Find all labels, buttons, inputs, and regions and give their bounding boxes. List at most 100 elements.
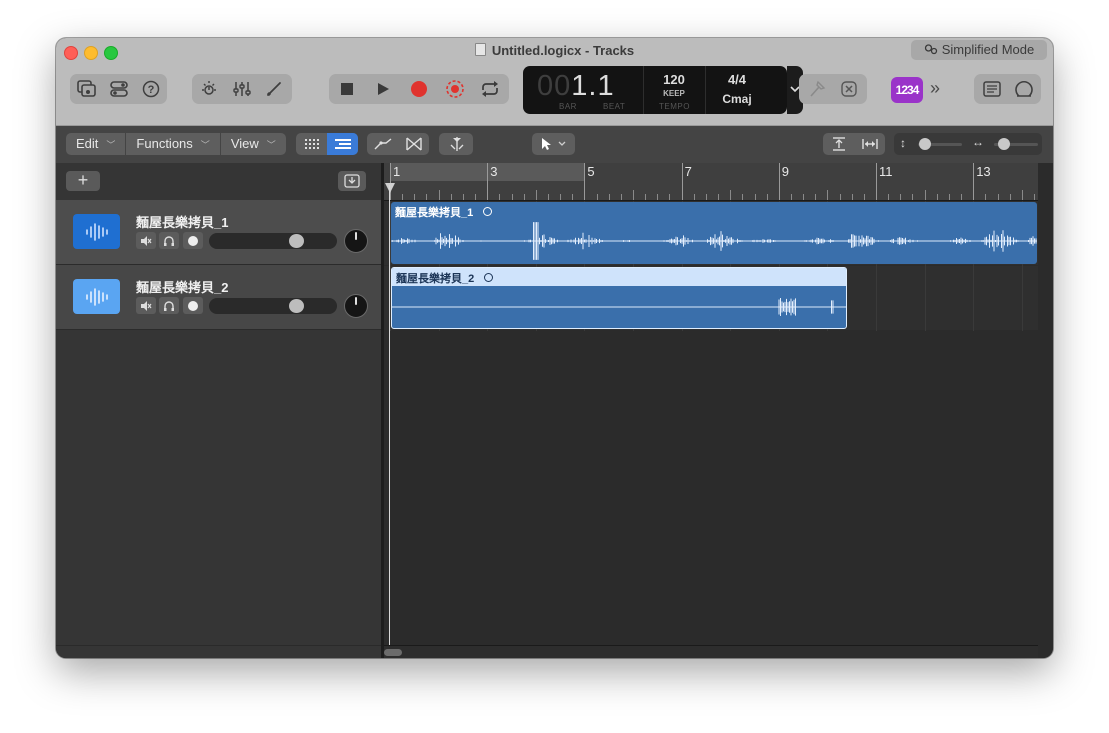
view-menu-label: View	[230, 136, 259, 151]
inspector-icon[interactable]	[105, 74, 133, 104]
fit-vertical-icon[interactable]	[823, 133, 854, 155]
ruler-tick	[669, 194, 671, 200]
playhead[interactable]	[389, 185, 390, 645]
ruler-tick	[1021, 190, 1023, 200]
playhead-handle[interactable]	[385, 183, 395, 193]
bar-ruler[interactable]: 1 3 5 7 9 11 13	[384, 163, 1038, 201]
functions-menu[interactable]: Functions ﹀	[126, 133, 221, 155]
ruler-tick	[718, 194, 720, 200]
ruler-bar-number: 7	[684, 164, 692, 179]
flex-icon[interactable]	[398, 133, 429, 155]
volume-fader[interactable]	[209, 233, 337, 249]
window-title-text: Untitled.logicx - Tracks	[491, 43, 635, 58]
vertical-zoom-icon: ↕	[900, 136, 906, 150]
loop-icon	[484, 273, 494, 282]
horizontal-zoom-knob[interactable]	[998, 138, 1010, 150]
ruler-tick	[645, 194, 647, 200]
ruler-bar-number: 13	[976, 164, 991, 179]
audio-region-2[interactable]: 麵屋長樂拷貝_2	[391, 267, 847, 329]
catch-playhead-icon	[441, 133, 472, 155]
key-signature[interactable]: Cmaj	[707, 92, 767, 106]
mixer-icon[interactable]	[228, 74, 256, 104]
vertical-scrollbar-track[interactable]	[1038, 163, 1053, 658]
logic-window: Untitled.logicx - Tracks Simplified Mode…	[56, 38, 1053, 658]
fit-horizontal-icon[interactable]	[854, 133, 885, 155]
count-in-button[interactable]: 1234	[891, 77, 923, 103]
ruler-tick	[985, 194, 987, 200]
position-display: 001.1	[537, 70, 615, 103]
audio-region-1[interactable]: 麵屋長樂拷貝_1	[391, 202, 1037, 264]
track-name[interactable]: 麵屋長樂拷貝_2	[136, 277, 228, 296]
ruler-tick	[499, 194, 501, 200]
cycle-icon[interactable]	[476, 74, 504, 104]
catch-playhead-button[interactable]	[439, 133, 473, 155]
grid-view-icon[interactable]	[296, 133, 327, 155]
ruler-tick	[402, 194, 404, 200]
ruler-tick	[961, 194, 963, 200]
pan-knob[interactable]	[344, 229, 368, 253]
simplified-mode-button[interactable]: Simplified Mode	[911, 40, 1047, 60]
track-name[interactable]: 麵屋長樂拷貝_1	[136, 212, 228, 231]
mute-button[interactable]	[136, 297, 156, 314]
record-enable-button[interactable]	[183, 297, 203, 314]
apple-loops-icon[interactable]	[1010, 74, 1038, 104]
record-enable-button[interactable]	[183, 232, 203, 249]
solo-button[interactable]	[159, 297, 179, 314]
tracks-area[interactable]: 麵屋長樂拷貝_1 麵屋長樂拷貝_2	[384, 201, 1038, 645]
ruler-tick	[948, 194, 950, 200]
volume-fader[interactable]	[209, 298, 337, 314]
ruler-tick	[790, 194, 792, 200]
view-menu[interactable]: View ﹀	[221, 133, 286, 155]
region-name: 麵屋長樂拷貝_2	[396, 273, 475, 285]
track-icon[interactable]	[73, 214, 120, 249]
list-view-icon[interactable]	[327, 133, 358, 155]
tuner-metronome-group	[799, 74, 867, 104]
record-icon[interactable]	[405, 74, 433, 104]
zoom-fit-group	[823, 133, 885, 155]
play-icon[interactable]	[369, 74, 397, 104]
tempo-mode: KEEP	[663, 89, 685, 98]
vertical-zoom-knob[interactable]	[919, 138, 931, 150]
catch-content-button[interactable]	[338, 171, 366, 191]
ruler-bar-number: 3	[490, 164, 498, 179]
ruler-tick	[547, 194, 549, 200]
horizontal-scrollbar[interactable]	[384, 645, 1038, 658]
headers-footer	[56, 645, 381, 658]
beat-label: BEAT	[603, 102, 626, 111]
ruler-tick	[900, 194, 902, 200]
add-track-button[interactable]: +	[66, 171, 100, 191]
record-enable-icon	[188, 300, 198, 311]
mute-button[interactable]	[136, 232, 156, 249]
lcd-display[interactable]: 001.1 BAR BEAT 120 KEEP TEMPO 4/4 Cmaj	[523, 66, 787, 114]
track-icon[interactable]	[73, 279, 120, 314]
waveform	[391, 222, 1037, 260]
volume-fader-knob[interactable]	[288, 299, 304, 313]
metronome-off-icon[interactable]	[835, 74, 863, 104]
solo-button[interactable]	[159, 232, 179, 249]
library-icon[interactable]	[73, 74, 101, 104]
ruler-tick	[827, 190, 829, 200]
capture-record-icon[interactable]	[441, 74, 469, 104]
note-pad-icon[interactable]	[978, 74, 1006, 104]
view-toggles-group: ?	[70, 74, 167, 104]
volume-fader-knob[interactable]	[288, 234, 304, 248]
track-header-2[interactable]: 麵屋長樂拷貝_2	[56, 265, 381, 330]
pan-knob[interactable]	[344, 294, 368, 318]
editors-icon[interactable]	[260, 74, 288, 104]
tuner-icon[interactable]	[803, 74, 831, 104]
automation-icon[interactable]	[367, 133, 398, 155]
automation-flex-group	[367, 133, 429, 155]
edit-menu[interactable]: Edit ﹀	[66, 133, 127, 155]
more-toolbar-icon[interactable]: »	[930, 78, 940, 99]
tempo-value[interactable]: 120	[645, 72, 703, 87]
smart-controls-icon[interactable]	[195, 74, 223, 104]
stop-icon[interactable]	[333, 74, 361, 104]
time-signature[interactable]: 4/4	[707, 72, 767, 87]
track-header-1[interactable]: 麵屋長樂拷貝_1	[56, 200, 381, 265]
local-menus: Edit ﹀ Functions ﹀ View ﹀	[66, 133, 286, 155]
loop-icon	[483, 207, 493, 216]
pointer-tool-menu[interactable]	[532, 133, 575, 155]
horizontal-scroll-thumb[interactable]	[384, 649, 402, 656]
quick-help-icon[interactable]: ?	[137, 74, 165, 104]
pan-indicator	[355, 232, 357, 240]
